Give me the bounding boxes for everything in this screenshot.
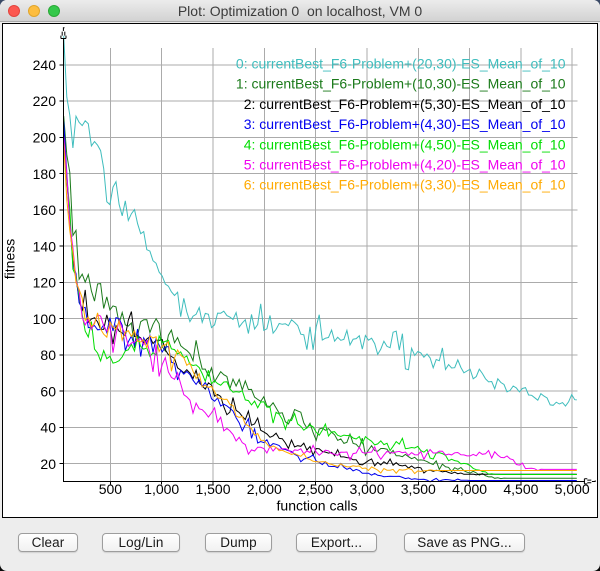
svg-text:200: 200 bbox=[33, 130, 57, 146]
svg-text:4: currentBest_F6-Problem+(4,5: 4: currentBest_F6-Problem+(4,50)-ES_Mean… bbox=[244, 136, 566, 152]
svg-text:120: 120 bbox=[33, 275, 57, 291]
svg-text:fitness: fitness bbox=[2, 239, 18, 279]
svg-text:20: 20 bbox=[40, 456, 56, 472]
svg-text:240: 240 bbox=[33, 57, 57, 73]
svg-text:180: 180 bbox=[33, 166, 57, 182]
svg-text:1: currentBest_F6-Problem+(10,: 1: currentBest_F6-Problem+(10,30)-ES_Mea… bbox=[236, 76, 566, 92]
svg-text:2: currentBest_F6-Problem+(5,3: 2: currentBest_F6-Problem+(5,30)-ES_Mean… bbox=[244, 96, 566, 112]
svg-text:40: 40 bbox=[40, 420, 56, 436]
svg-text:220: 220 bbox=[33, 93, 57, 109]
svg-text:0: currentBest_F6-Problem+(20,: 0: currentBest_F6-Problem+(20,30)-ES_Mea… bbox=[236, 56, 566, 72]
svg-text:3: currentBest_F6-Problem+(4,3: 3: currentBest_F6-Problem+(4,30)-ES_Mean… bbox=[244, 116, 566, 132]
svg-text:function calls: function calls bbox=[277, 498, 358, 514]
svg-text:5: currentBest_F6-Problem+(4,2: 5: currentBest_F6-Problem+(4,20)-ES_Mean… bbox=[244, 157, 566, 173]
svg-text:60: 60 bbox=[40, 383, 56, 399]
svg-text:80: 80 bbox=[40, 347, 56, 363]
svg-text:6: currentBest_F6-Problem+(3,3: 6: currentBest_F6-Problem+(3,30)-ES_Mean… bbox=[244, 177, 566, 193]
svg-text:100: 100 bbox=[33, 311, 57, 327]
svg-text:160: 160 bbox=[33, 202, 57, 218]
svg-text:140: 140 bbox=[33, 238, 57, 254]
